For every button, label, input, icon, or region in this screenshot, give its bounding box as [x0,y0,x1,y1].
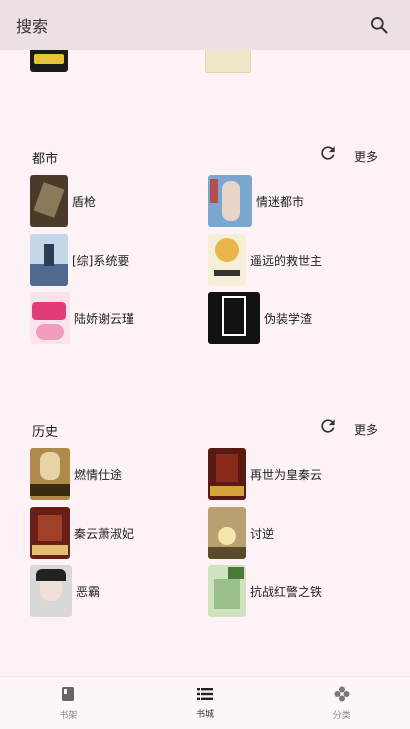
book-cover [30,448,70,500]
book-title: 讨逆 [250,526,275,541]
book-item[interactable]: [综]系统要 [30,234,210,286]
book-title: [综]系统要 [72,253,130,268]
book-title: 盾枪 [72,194,97,209]
book-cover [30,234,68,286]
book-cover [30,175,68,227]
book-title: 秦云萧淑妃 [74,526,135,541]
book-cover [208,507,246,559]
book-title: 燃情仕途 [74,467,123,482]
search-label[interactable]: 搜索 [16,13,364,37]
bottom-navigation: 书架 书城 分类 [0,676,410,729]
search-bar[interactable]: 搜索 [0,0,410,50]
book-title: 伪装学渣 [264,311,313,326]
book-title: 遥远的救世主 [250,253,323,268]
book-title: 恶霸 [76,584,101,599]
book-cover [30,507,70,559]
book-item[interactable]: 伪装学渣 [208,292,388,344]
book-item[interactable]: 恶霸 [30,565,210,617]
more-button[interactable]: 更多 [354,148,378,165]
book-icon [61,686,75,706]
book-cover [30,565,72,617]
section-header-history: 历史 更多 [0,415,410,445]
book-cover [208,448,246,500]
book-item[interactable]: 陆娇谢云瑾 [30,292,210,344]
book-cover [208,175,252,227]
book-title: 再世为皇秦云 [250,467,323,482]
book-cover [208,292,260,344]
book-item[interactable]: 情迷都市 [208,175,388,227]
book-title: 抗战红警之铁 [250,584,323,599]
book-item[interactable]: 燃情仕途 [30,448,210,500]
category-icon [334,686,350,706]
tab-label: 分类 [332,710,351,721]
book-item[interactable]: 抗战红警之铁 [208,565,388,617]
tab-bookshelf[interactable]: 书架 [0,677,137,729]
tab-label: 书城 [196,710,215,720]
tab-bookstore[interactable]: 书城 [137,677,274,729]
book-cover [208,234,246,286]
section-title: 都市 [32,152,59,167]
book-title: 陆娇谢云瑾 [74,311,135,326]
tab-label: 书架 [59,710,78,721]
section-title: 历史 [32,425,59,440]
tab-category[interactable]: 分类 [273,677,410,729]
refresh-icon[interactable] [318,143,338,163]
list-icon [197,686,213,705]
book-item[interactable]: 遥远的救世主 [208,234,388,286]
book-cover [208,565,246,617]
book-item[interactable]: 秦云萧淑妃 [30,507,210,559]
book-item[interactable]: 盾枪 [30,175,210,227]
book-title: 情迷都市 [256,194,305,209]
refresh-icon[interactable] [318,416,338,436]
section-header-urban: 都市 更多 [0,142,410,172]
book-cover [30,292,70,344]
book-item[interactable]: 讨逆 [208,507,388,559]
more-button[interactable]: 更多 [354,421,378,438]
search-icon[interactable] [364,10,394,40]
book-item[interactable]: 再世为皇秦云 [208,448,388,500]
book-store-content: 都市 更多 盾枪 情迷都市 [综]系统要 遥远的救世主 陆娇谢云瑾 伪装学渣 历… [0,0,410,676]
